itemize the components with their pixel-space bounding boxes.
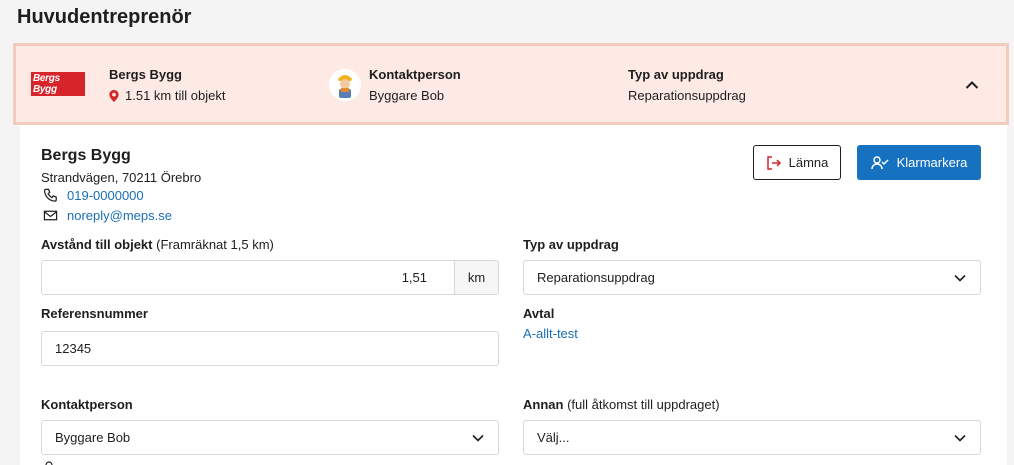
assignment-type-select[interactable]: Reparationsuppdrag: [523, 260, 981, 295]
assignment-type-value: Reparationsuppdrag: [537, 270, 655, 285]
contact-person-value: Byggare Bob: [55, 430, 131, 445]
contact-person-label: Kontaktperson: [41, 397, 133, 412]
phone-icon: [43, 188, 57, 202]
contractor-details-panel: Bergs Bygg Strandvägen, 70211 Örebro 019…: [20, 125, 1007, 465]
assignment-type-label: Typ av uppdrag: [523, 237, 619, 252]
agreement-label: Avtal: [523, 306, 555, 321]
summary-contact-label: Kontaktperson: [369, 67, 461, 82]
summary-company-name: Bergs Bygg: [109, 67, 182, 82]
reference-label: Referensnummer: [41, 306, 148, 321]
phone-link[interactable]: 019-0000000: [67, 188, 144, 203]
summary-contact: Kontaktperson Byggare Bob: [369, 67, 461, 103]
company-logo: Bergs Bygg: [30, 72, 86, 96]
other-label: Annan (full åtkomst till uppdraget): [523, 397, 720, 412]
distance-label: Avstånd till objekt (Framräknat 1,5 km): [41, 237, 274, 252]
leave-button-label: Lämna: [788, 155, 829, 170]
other-select[interactable]: Välj...: [523, 420, 981, 455]
company-address: Strandvägen, 70211 Örebro: [41, 170, 202, 185]
chevron-down-icon: [954, 274, 966, 282]
mark-done-button[interactable]: Klarmarkera: [857, 145, 981, 180]
summary-assignment-value: Reparationsuppdrag: [628, 88, 746, 103]
leave-button[interactable]: Lämna: [753, 145, 841, 180]
summary-company: Bergs Bygg 1.51 km till objekt: [109, 67, 225, 103]
distance-value[interactable]: 1,51: [42, 270, 454, 285]
contractor-summary-bar[interactable]: Bergs Bygg Bergs Bygg 1.51 km till objek…: [13, 43, 1009, 125]
chevron-down-icon: [954, 434, 966, 442]
reference-value[interactable]: 12345: [55, 341, 91, 356]
mark-done-button-label: Klarmarkera: [896, 155, 968, 170]
chevron-up-icon[interactable]: [965, 78, 979, 92]
reference-input[interactable]: 12345: [41, 331, 499, 366]
map-pin-icon: [109, 89, 119, 102]
chevron-down-icon: [472, 434, 484, 442]
other-value: Välj...: [537, 430, 570, 445]
company-name: Bergs Bygg: [41, 147, 131, 164]
summary-assignment-label: Typ av uppdrag: [628, 67, 724, 82]
distance-unit: km: [454, 261, 498, 294]
contact-avatar: [329, 69, 361, 101]
envelope-icon: [43, 210, 58, 221]
agreement-link[interactable]: A-allt-test: [523, 326, 578, 341]
exit-icon: [766, 155, 781, 170]
contact-person-select[interactable]: Byggare Bob: [41, 420, 499, 455]
email-row: noreply@meps.se: [43, 208, 172, 223]
distance-input[interactable]: 1,51 km: [41, 260, 499, 295]
other-hint: (full åtkomst till uppdraget): [567, 397, 720, 412]
summary-contact-name: Byggare Bob: [369, 88, 445, 103]
page-title: Huvudentreprenör: [17, 6, 192, 28]
summary-distance-text: 1.51 km till objekt: [125, 88, 226, 103]
user-icon: [45, 461, 53, 465]
email-link[interactable]: noreply@meps.se: [67, 208, 172, 223]
summary-distance: 1.51 km till objekt: [109, 88, 225, 103]
distance-hint: (Framräknat 1,5 km): [156, 237, 274, 252]
user-check-icon: [870, 155, 889, 169]
phone-row: 019-0000000: [43, 188, 144, 203]
summary-assignment: Typ av uppdrag Reparationsuppdrag: [628, 67, 746, 103]
